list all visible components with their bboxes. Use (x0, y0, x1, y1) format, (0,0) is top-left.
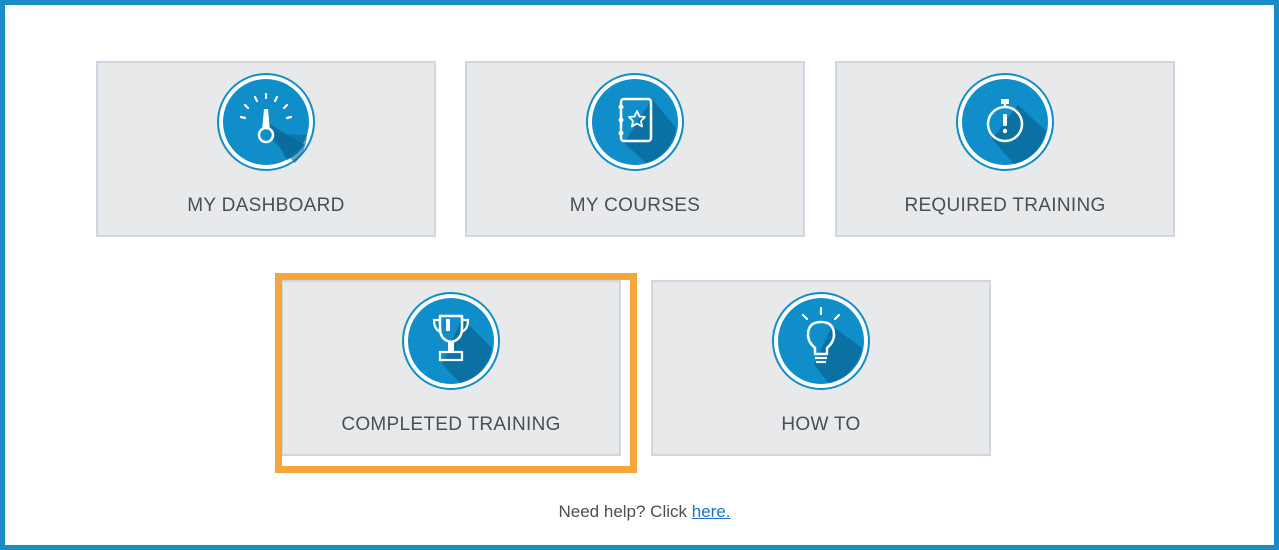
tile-how-to[interactable]: HOW TO (651, 280, 991, 456)
help-link[interactable]: here. (692, 502, 731, 521)
help-line: Need help? Click here. (5, 502, 1279, 522)
app-frame: MY DASHBOARD MY COURSES REQUIRED TRAININ… (0, 0, 1279, 550)
lightbulb-icon (772, 292, 870, 390)
tile-label: MY DASHBOARD (187, 195, 345, 216)
tile-label: MY COURSES (569, 195, 701, 216)
tile-label: REQUIRED TRAINING (904, 195, 1106, 216)
help-text: Need help? Click (558, 502, 692, 521)
tile-required-training[interactable]: REQUIRED TRAINING (835, 61, 1175, 237)
tile-label: HOW TO (781, 414, 861, 435)
stopwatch-alert-icon (956, 73, 1054, 171)
tile-my-dashboard[interactable]: MY DASHBOARD (96, 61, 436, 237)
gauge-icon (217, 73, 315, 171)
notebook-star-icon (586, 73, 684, 171)
trophy-icon (402, 292, 500, 390)
tile-completed-training[interactable]: COMPLETED TRAINING (281, 280, 621, 456)
tile-label: COMPLETED TRAINING (341, 414, 561, 435)
tile-my-courses[interactable]: MY COURSES (465, 61, 805, 237)
